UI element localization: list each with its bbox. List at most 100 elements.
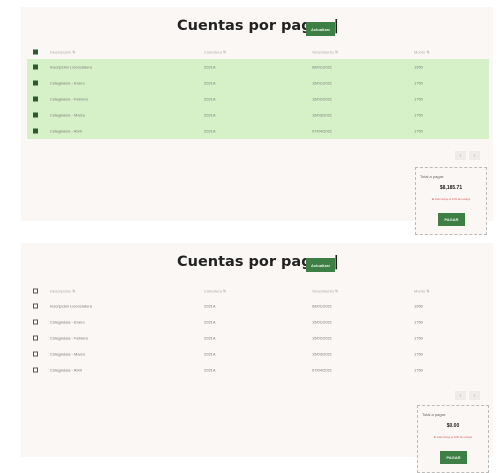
- table-row[interactable]: Inscripción Licenciatura 2021A 08/01/202…: [27, 59, 489, 75]
- row-amount: 1750: [414, 112, 423, 118]
- column-header-description[interactable]: Descripción ⇅: [50, 288, 75, 293]
- checkbox-mark: [33, 319, 38, 325]
- checkbox-mark: [33, 64, 38, 70]
- row-due-date: 15/01/2021: [312, 319, 333, 325]
- row-checkbox[interactable]: [33, 303, 38, 309]
- row-coverage: 2021A: [204, 64, 216, 70]
- row-amount: 1750: [414, 96, 423, 102]
- column-header-due-date[interactable]: Vencimiento ⇅: [312, 49, 338, 54]
- row-due-date: 15/03/2021: [312, 351, 333, 357]
- row-due-date: 15/01/2021: [312, 80, 333, 86]
- table-row[interactable]: Colegiatura - Abril 2021A 07/04/2021 175…: [27, 123, 489, 139]
- column-header-coverage[interactable]: Cobertura ⇅: [204, 288, 226, 293]
- row-coverage: 2021A: [204, 112, 216, 118]
- row-amount: 1750: [414, 335, 423, 341]
- row-description: Colegiatura - Febrero: [50, 96, 89, 102]
- row-description: Colegiatura - Abril: [50, 128, 82, 134]
- pagination: ‹ ›: [455, 391, 480, 400]
- row-description: Inscripción Licenciatura: [50, 64, 92, 70]
- row-description: Colegiatura - Enero: [50, 80, 85, 86]
- charges-table: Descripción ⇅ Cobertura ⇅ Vencimiento ⇅ …: [27, 283, 489, 378]
- update-button[interactable]: Actualizar: [306, 258, 335, 272]
- chevron-right-icon: ›: [473, 392, 476, 399]
- table-row[interactable]: Colegiatura - Enero 2021A 15/01/2021 175…: [27, 314, 489, 330]
- table-row[interactable]: Inscripción Licenciatura 2021A 08/01/202…: [27, 298, 489, 314]
- checkbox-mark: [33, 96, 38, 102]
- total-amount: $0.00: [446, 423, 460, 429]
- row-checkbox[interactable]: [33, 96, 38, 102]
- row-due-date: 15/02/2021: [312, 96, 333, 102]
- total-label: Total a pagar:: [420, 174, 445, 179]
- total-summary-card: Total a pagar: $0.00 El total incluye el…: [417, 405, 489, 473]
- row-checkbox[interactable]: [33, 335, 38, 341]
- checkbox-mark: [33, 49, 38, 54]
- select-all-checkbox[interactable]: [33, 288, 38, 293]
- column-header-description[interactable]: Descripción ⇅: [50, 49, 75, 54]
- row-description: Colegiatura - Enero: [50, 319, 85, 325]
- row-due-date: 08/01/2021: [312, 303, 333, 309]
- row-description: Colegiatura - Marzo: [50, 351, 86, 357]
- select-all-checkbox[interactable]: [33, 49, 38, 54]
- row-checkbox[interactable]: [33, 64, 38, 70]
- row-coverage: 2021A: [204, 335, 216, 341]
- prev-page-button[interactable]: ‹: [455, 151, 466, 160]
- column-header-amount[interactable]: Monto ⇅: [414, 288, 430, 293]
- update-button[interactable]: Actualizar: [306, 22, 335, 36]
- checkbox-mark: [33, 351, 38, 357]
- table-row[interactable]: Colegiatura - Febrero 2021A 15/02/2021 1…: [27, 91, 489, 107]
- row-checkbox[interactable]: [33, 367, 38, 373]
- column-header-due-date[interactable]: Vencimiento ⇅: [312, 288, 338, 293]
- row-checkbox[interactable]: [33, 80, 38, 86]
- row-amount: 1750: [414, 80, 423, 86]
- row-coverage: 2021A: [204, 351, 216, 357]
- total-summary-card: Total a pagar: $8,185.71 El total incluy…: [415, 167, 487, 235]
- panel-header: Cuentas por pagar | Actualizar: [21, 252, 493, 274]
- surcharge-note: El total incluye el 10% de recargo: [433, 436, 473, 439]
- table-row[interactable]: Colegiatura - Marzo 2021A 15/03/2021 175…: [27, 346, 489, 362]
- row-coverage: 2021A: [204, 96, 216, 102]
- next-page-button[interactable]: ›: [469, 391, 480, 400]
- row-description: Inscripción Licenciatura: [50, 303, 92, 309]
- checkbox-mark: [33, 303, 38, 309]
- prev-page-button[interactable]: ‹: [455, 391, 466, 400]
- table-header-row: Descripción ⇅ Cobertura ⇅ Vencimiento ⇅ …: [27, 44, 489, 59]
- row-coverage: 2021A: [204, 303, 216, 309]
- row-due-date: 07/04/2021: [312, 128, 333, 134]
- row-checkbox[interactable]: [33, 128, 38, 134]
- checkbox-mark: [33, 112, 38, 118]
- panel-header: Cuentas por pagar | Actualizar: [21, 16, 493, 38]
- total-label: Total a pagar:: [422, 412, 447, 417]
- table-row[interactable]: Colegiatura - Abril 2021A 07/04/2021 175…: [27, 362, 489, 378]
- pay-button[interactable]: PAGAR: [440, 451, 467, 464]
- row-checkbox[interactable]: [33, 351, 38, 357]
- column-header-coverage[interactable]: Cobertura ⇅: [204, 49, 226, 54]
- table-row[interactable]: Colegiatura - Enero 2021A 15/01/2021 175…: [27, 75, 489, 91]
- table-row[interactable]: Colegiatura - Febrero 2021A 15/02/2021 1…: [27, 330, 489, 346]
- accounts-payable-panel-unselected: Cuentas por pagar | Actualizar Descripci…: [21, 243, 493, 473]
- row-due-date: 07/04/2021: [312, 367, 333, 373]
- row-amount: 1750: [414, 319, 423, 325]
- row-coverage: 2021A: [204, 319, 216, 325]
- pay-button[interactable]: PAGAR: [438, 213, 465, 226]
- row-due-date: 15/02/2021: [312, 335, 333, 341]
- row-amount: 1950: [414, 303, 423, 309]
- table-row[interactable]: Colegiatura - Marzo 2021A 15/03/2021 175…: [27, 107, 489, 123]
- row-amount: 1750: [414, 128, 423, 134]
- next-page-button[interactable]: ›: [469, 151, 480, 160]
- column-header-amount[interactable]: Monto ⇅: [414, 49, 430, 54]
- row-coverage: 2021A: [204, 128, 216, 134]
- checkbox-mark: [33, 367, 38, 373]
- row-checkbox[interactable]: [33, 112, 38, 118]
- chevron-left-icon: ‹: [459, 392, 462, 399]
- checkbox-mark: [33, 288, 38, 293]
- row-coverage: 2021A: [204, 80, 216, 86]
- row-amount: 1950: [414, 64, 423, 70]
- row-amount: 1750: [414, 351, 423, 357]
- checkbox-mark: [33, 335, 38, 341]
- table-header-row: Descripción ⇅ Cobertura ⇅ Vencimiento ⇅ …: [27, 283, 489, 298]
- row-description: Colegiatura - Abril: [50, 367, 82, 373]
- row-coverage: 2021A: [204, 367, 216, 373]
- charges-table: Descripción ⇅ Cobertura ⇅ Vencimiento ⇅ …: [27, 44, 489, 139]
- row-checkbox[interactable]: [33, 319, 38, 325]
- pagination: ‹ ›: [455, 151, 480, 160]
